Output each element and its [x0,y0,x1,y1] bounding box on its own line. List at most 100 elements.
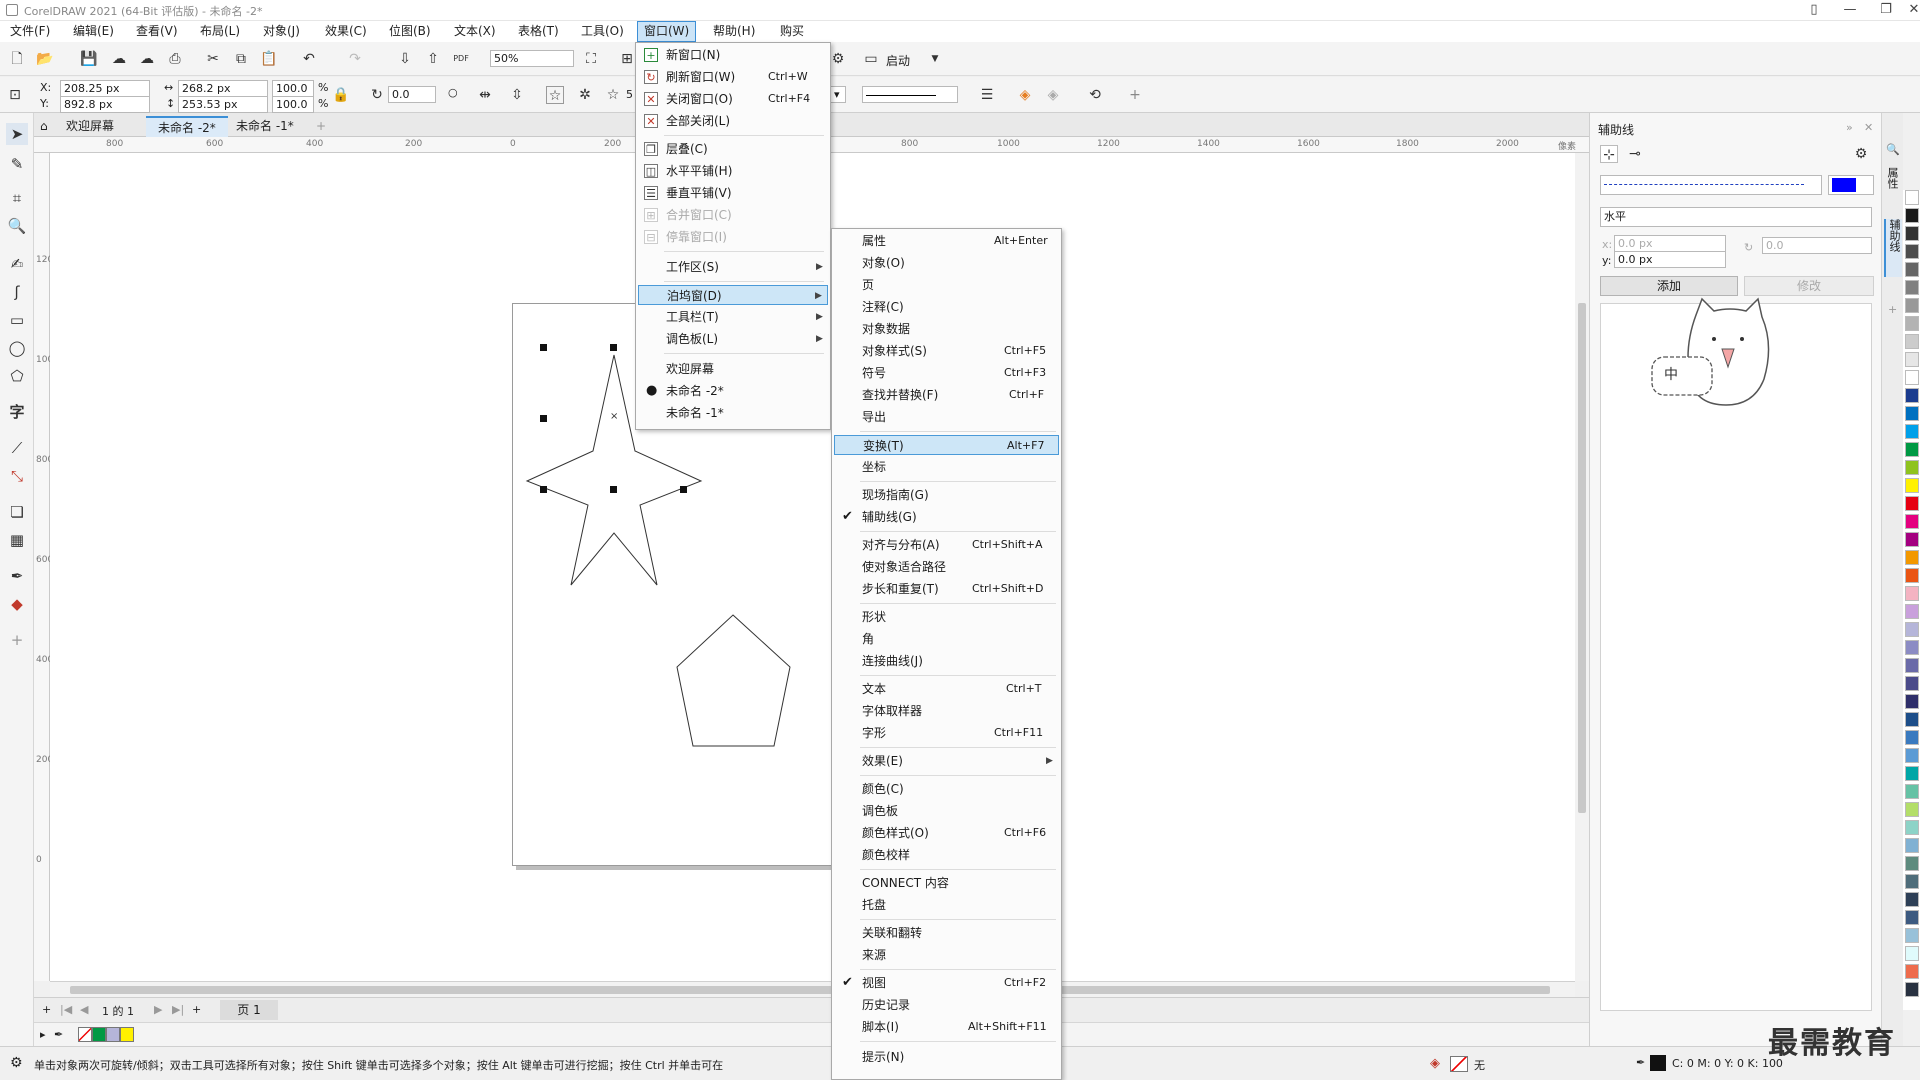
outline-width-select[interactable]: ▾ [830,86,846,103]
to-back-icon[interactable]: ◈ [1044,86,1062,104]
menu-item-color-palettes[interactable]: 调色板(L) ▶ [638,329,828,349]
docker-item-color-proofing[interactable]: 颜色校样 [834,845,1059,865]
vertical-scrollbar[interactable] [1575,153,1589,981]
parallel-dimension-icon[interactable]: ⟋ [6,437,28,459]
menu-file[interactable]: 文件(F) [4,21,56,42]
docker-item-align-distribute[interactable]: 对齐与分布(A) Ctrl+Shift+A [834,535,1059,555]
scale-y-field[interactable]: 100.0 [272,96,314,113]
palette-swatch[interactable] [1905,622,1919,637]
palette-swatch[interactable] [1905,712,1919,727]
palette-swatch[interactable] [1905,550,1919,565]
palette-swatch[interactable] [1905,604,1919,619]
docker-item-find-replace[interactable]: 查找并替换(F) Ctrl+F [834,385,1059,405]
palette-swatch[interactable] [1905,676,1919,691]
menu-layout[interactable]: 布局(L) [194,21,246,42]
chevron-down-icon[interactable]: ▼ [926,50,944,68]
palette-swatch[interactable] [1905,568,1919,583]
tab-untitled-2[interactable]: 未命名 -2* [146,116,228,137]
docker-item-glyphs[interactable]: 字形 Ctrl+F11 [834,723,1059,743]
guide-orientation-select[interactable]: 水平 [1600,207,1872,227]
palette-swatch[interactable] [1905,460,1919,475]
menu-edit[interactable]: 编辑(E) [67,21,120,42]
palette-swatch[interactable] [1905,964,1919,979]
transparency-icon[interactable]: ▦ [6,529,28,551]
eyedropper-small-icon[interactable]: ✒ [54,1028,63,1041]
docker-item-views[interactable]: ✔ 视图 Ctrl+F2 [834,973,1059,993]
docker-item-symbols[interactable]: 符号 Ctrl+F3 [834,363,1059,383]
docker-item-shape[interactable]: 形状 [834,607,1059,627]
docker-item-connect-content[interactable]: CONNECT 内容 [834,873,1059,893]
palette-swatch[interactable] [1905,892,1919,907]
docker-item-export[interactable]: 导出 [834,407,1059,427]
palette-swatch[interactable] [1905,874,1919,889]
menu-table[interactable]: 表格(T) [512,21,565,42]
palette-swatch[interactable] [1905,406,1919,421]
docker-item-object-data[interactable]: 对象数据 [834,319,1059,339]
cloud-download-icon[interactable]: ☁ [110,50,128,68]
tab-welcome[interactable]: 欢迎屏幕 [54,116,126,137]
mirror-horizontal-icon[interactable]: ⇹ [476,86,494,104]
open-icon[interactable]: 📂 [36,50,54,68]
docker-item-source[interactable]: 来源 [834,945,1059,965]
docker-item-live-guides[interactable]: 现场指南(G) [834,485,1059,505]
docker-item-fit-to-path[interactable]: 使对象适合路径 [834,557,1059,577]
menu-item-dockers[interactable]: 泊坞窗(D) ▶ [638,285,828,305]
menu-item-welcome-screen[interactable]: 欢迎屏幕 [638,359,828,379]
menu-item-close-window[interactable]: ✕ 关闭窗口(O) Ctrl+F4 [638,89,828,109]
paste-icon[interactable]: 📋 [260,50,278,68]
docker-item-join-curves[interactable]: 连接曲线(J) [834,651,1059,671]
launch-icon[interactable]: ▭ [862,50,880,68]
to-front-icon[interactable]: ◈ [1016,86,1034,104]
palette-swatch[interactable] [1905,280,1919,295]
palette-swatch[interactable] [1905,442,1919,457]
guide-line-style-select[interactable] [1600,175,1822,195]
palette-swatch[interactable] [1905,226,1919,241]
star-shape-icon[interactable]: ☆ [546,86,564,104]
menu-tools[interactable]: 工具(O) [575,21,630,42]
guide-x-field[interactable]: 0.0 px [1614,235,1726,252]
palette-swatch[interactable] [1905,514,1919,529]
menu-object[interactable]: 对象(J) [257,21,306,42]
prev-page-icon[interactable]: ◀ [80,1003,88,1016]
palette-swatch[interactable] [1905,586,1919,601]
docker-item-coordinates[interactable]: 坐标 [834,457,1059,477]
docker-item-links[interactable]: 关联和翻转 [834,923,1059,943]
docker-settings-gear-icon[interactable]: ⚙ [1852,145,1870,163]
home-icon[interactable]: ⌂ [34,116,54,137]
palette-swatch[interactable] [1905,982,1919,997]
docker-item-palettes[interactable]: 调色板 [834,801,1059,821]
palette-swatch[interactable] [1905,694,1919,709]
print-icon[interactable]: ⎙ [166,50,184,68]
docker-item-color-styles[interactable]: 颜色样式(O) Ctrl+F6 [834,823,1059,843]
docker-item-objects[interactable]: 对象(O) [834,253,1059,273]
menu-item-workspace[interactable]: 工作区(S) ▶ [638,257,828,277]
palette-swatch[interactable] [1905,640,1919,655]
search-icon[interactable]: 🔍 [1886,143,1900,156]
docker-item-history[interactable]: 历史记录 [834,995,1059,1015]
menu-item-toolbars[interactable]: 工具栏(T) ▶ [638,307,828,327]
color-swatch[interactable] [120,1027,134,1042]
menu-bitmap[interactable]: 位图(B) [383,21,437,42]
color-swatch[interactable] [106,1027,120,1042]
convert-curves-icon[interactable]: ⟲ [1086,86,1104,104]
undo-icon[interactable]: ↶ [300,50,318,68]
artistic-media-icon[interactable]: ʃ [6,281,28,303]
star-points-value[interactable]: 5 [626,88,633,101]
docker-item-tray[interactable]: 托盘 [834,895,1059,915]
complex-star-icon[interactable]: ✲ [576,86,594,104]
palette-swatch[interactable] [1905,262,1919,277]
cut-icon[interactable]: ✂ [204,50,222,68]
menu-item-untitled-1[interactable]: 未命名 -1* [638,403,828,423]
menu-text[interactable]: 文本(X) [448,21,502,42]
palette-swatch[interactable] [1905,802,1919,817]
import-icon[interactable]: ⇩ [396,50,414,68]
freehand-tool-icon[interactable]: ✍ [6,253,28,275]
redo-icon[interactable]: ↷ [346,50,364,68]
guide-y-field[interactable]: 0.0 px [1614,251,1726,268]
color-swatch[interactable] [92,1027,106,1042]
docker-item-guidelines[interactable]: ✔ 辅助线(G) [834,507,1059,527]
options-gear-icon[interactable]: ⚙ [829,50,847,68]
horizontal-scrollbar[interactable] [50,981,1575,997]
docker-close-icon[interactable]: ✕ [1864,121,1873,134]
palette-swatch[interactable] [1905,478,1919,493]
